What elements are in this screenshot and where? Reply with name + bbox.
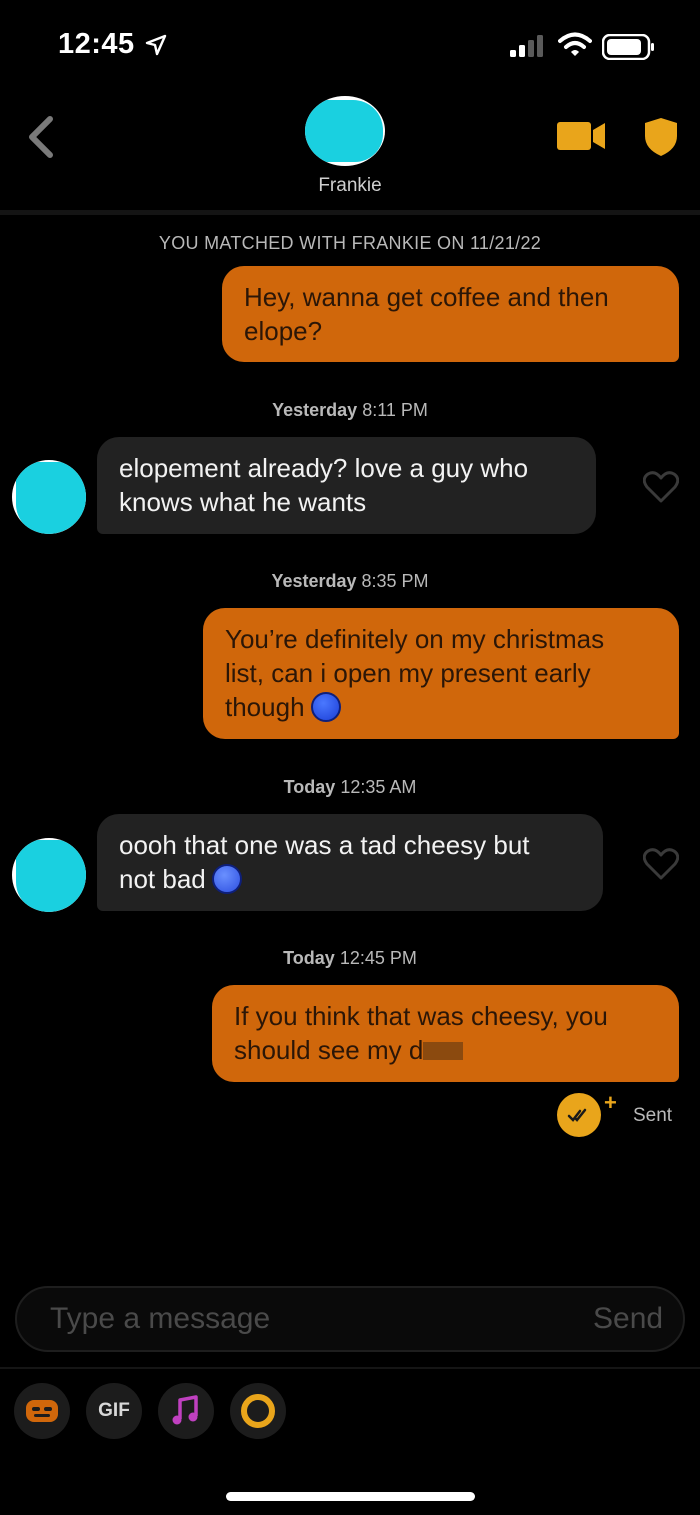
toolbar-divider [0, 1367, 700, 1369]
message-line: knows what he wants [119, 487, 367, 517]
match-notice: YOU MATCHED WITH FRANKIE ON 11/21/22 [158, 233, 542, 253]
contact-avatar[interactable] [305, 96, 385, 166]
music-note-icon [172, 1395, 198, 1425]
wifi-icon [558, 32, 592, 56]
incoming-message[interactable]: oooh that one was a tad cheesy but not b… [97, 814, 603, 911]
game-button[interactable] [230, 1383, 286, 1439]
timestamp-time: 8:35 PM [361, 571, 429, 591]
video-call-icon[interactable] [557, 120, 607, 152]
laughing-icon [211, 864, 242, 894]
outgoing-message[interactable]: You’re definitely on my christmas list, … [203, 608, 679, 739]
sent-status: Sent [633, 1105, 673, 1126]
send-button[interactable]: Send [593, 1302, 663, 1336]
sticker-button[interactable] [14, 1383, 70, 1439]
redaction-block [423, 1042, 464, 1060]
outgoing-message[interactable]: If you think that was cheesy, you should… [212, 985, 679, 1082]
incoming-message[interactable]: elopement already? love a guy who knows … [97, 437, 596, 534]
sent-receipt-badge[interactable] [557, 1093, 601, 1137]
message-timestamp: Yesterday 8:35 PM [0, 571, 700, 592]
message-timestamp: Yesterday 8:11 PM [0, 400, 700, 421]
outgoing-message[interactable]: Hey, wanna get coffee and then elope? [222, 266, 679, 362]
message-line: list, can i open my present early [225, 658, 591, 688]
safety-shield-icon[interactable] [643, 116, 679, 158]
gif-button[interactable]: GIF [86, 1383, 142, 1439]
gif-label: GIF [98, 1400, 130, 1421]
message-line: elopement already? love a guy who [119, 453, 529, 483]
message-line: though [225, 692, 305, 722]
cellular-signal-icon [510, 35, 543, 57]
battery-icon [602, 34, 654, 60]
sender-avatar[interactable] [12, 460, 86, 534]
timestamp-time: 12:45 PM [339, 948, 417, 968]
timestamp-day: Yesterday [272, 400, 358, 420]
message-line: If you think that was cheesy, you [234, 1001, 608, 1031]
ring-icon [241, 1394, 275, 1428]
home-indicator[interactable] [226, 1492, 475, 1501]
message-line: Hey, wanna get coffee and then [244, 282, 609, 312]
contact-name[interactable]: Frankie [0, 175, 700, 197]
sticker-icon [26, 1400, 58, 1422]
timestamp-day: Today [283, 948, 335, 968]
message-line: You’re definitely on my christmas [225, 624, 605, 654]
timestamp-time: 8:11 PM [362, 400, 428, 420]
timestamp-day: Yesterday [271, 571, 357, 591]
message-line: not bad [119, 864, 206, 894]
status-time: 12:45 [58, 28, 135, 60]
like-heart-icon[interactable] [643, 848, 679, 880]
message-line: should see my d [234, 1035, 424, 1065]
message-line: oooh that one was a tad cheesy but [119, 830, 530, 860]
music-button[interactable] [158, 1383, 214, 1439]
location-arrow-icon [145, 34, 167, 56]
smirk-icon [310, 692, 341, 722]
double-check-icon [567, 1108, 587, 1122]
message-input[interactable] [50, 1302, 530, 1336]
boost-plus-icon[interactable]: + [604, 1090, 617, 1116]
message-timestamp: Today 12:45 PM [0, 948, 700, 969]
back-chevron-icon[interactable] [24, 115, 56, 159]
timestamp-day: Today [283, 777, 336, 797]
message-timestamp: Today 12:35 AM [0, 777, 700, 798]
timestamp-time: 12:35 AM [340, 777, 417, 797]
message-line: elope? [244, 316, 323, 346]
header-divider [0, 210, 700, 215]
sender-avatar[interactable] [12, 838, 86, 912]
like-heart-icon[interactable] [643, 471, 679, 503]
